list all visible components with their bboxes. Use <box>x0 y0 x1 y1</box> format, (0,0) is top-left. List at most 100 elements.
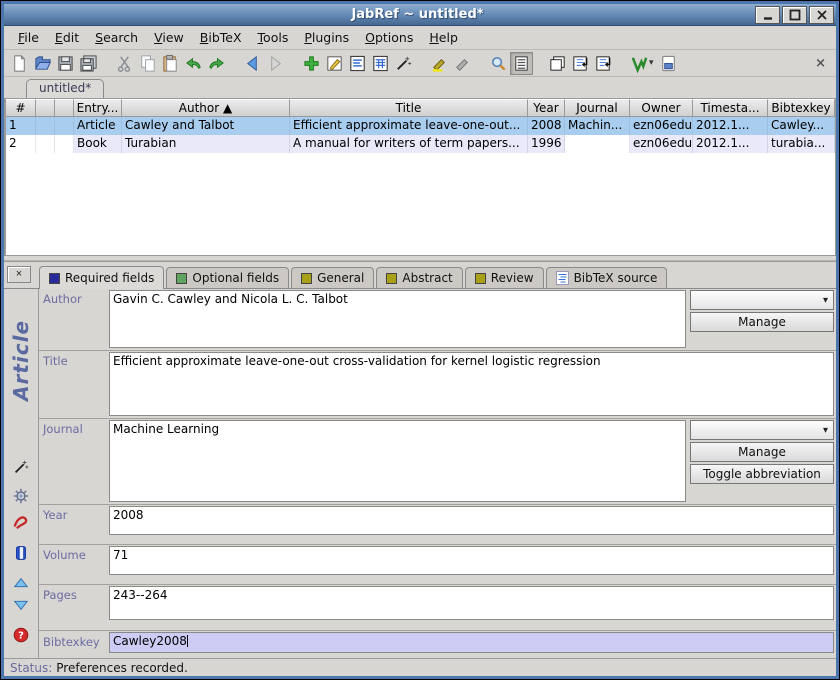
menu-options[interactable]: Options <box>357 28 421 47</box>
journal-field[interactable]: Machine Learning <box>109 420 686 502</box>
journal-combobox[interactable]: ▾ <box>690 420 834 440</box>
tab-bibtex-source[interactable]: BibTeX source <box>546 267 668 288</box>
cell-bibtexkey: turabia... <box>768 135 835 153</box>
save-all-icon[interactable] <box>77 52 100 75</box>
title-label: Title <box>39 351 107 418</box>
table-row[interactable]: 2 Book Turabian A manual for writers of … <box>6 135 835 153</box>
gear-icon[interactable] <box>11 486 31 506</box>
menu-bibtex[interactable]: BibTeX <box>192 28 250 47</box>
tab-required-fields[interactable]: Required fields <box>39 266 164 289</box>
column-header-author[interactable]: Author ▲ <box>122 99 290 117</box>
open-file-icon[interactable] <box>657 52 680 75</box>
column-header-year[interactable]: Year <box>528 99 565 117</box>
cell-journal: Machin... <box>565 117 630 135</box>
push-to-lyx-dropdown-icon[interactable]: ▾ <box>649 58 657 68</box>
chevron-down-icon: ▾ <box>823 295 828 306</box>
column-header-journal[interactable]: Journal <box>565 99 630 117</box>
column-header-bibtexkey[interactable]: Bibtexkey <box>768 99 835 117</box>
search-icon[interactable] <box>487 52 510 75</box>
column-header-timestamp[interactable]: Timesta... <box>693 99 768 117</box>
column-header-icon2[interactable] <box>55 99 74 117</box>
database-tab-untitled[interactable]: untitled* <box>26 79 104 98</box>
import-into-new-database-icon[interactable] <box>569 52 592 75</box>
redo-icon[interactable] <box>205 52 228 75</box>
toggle-abbreviation-button[interactable]: Toggle abbreviation <box>690 464 834 484</box>
cell-icon1 <box>36 135 55 153</box>
column-header-icon1[interactable] <box>36 99 55 117</box>
menu-edit[interactable]: Edit <box>47 28 87 47</box>
close-icon <box>816 9 828 21</box>
pdf-icon[interactable] <box>11 512 31 532</box>
menu-help[interactable]: Help <box>421 28 466 47</box>
undo-icon[interactable] <box>182 52 205 75</box>
title-bar[interactable]: JabRef ~ untitled* <box>4 4 836 26</box>
next-entry-icon[interactable] <box>11 594 31 614</box>
tab-optional-fields[interactable]: Optional fields <box>166 267 289 288</box>
field-row-author: Author Gavin C. Cawley and Nicola L. C. … <box>39 289 836 351</box>
bibtexkey-field[interactable]: Cawley2008 <box>109 632 834 653</box>
tab-general[interactable]: General <box>291 267 374 288</box>
cut-icon[interactable] <box>113 52 136 75</box>
author-manage-button[interactable]: Manage <box>690 312 834 332</box>
copy-icon[interactable] <box>136 52 159 75</box>
forward-icon[interactable] <box>264 52 287 75</box>
edit-preamble-icon[interactable] <box>369 52 392 75</box>
menu-view[interactable]: View <box>146 28 192 47</box>
edit-entry-icon[interactable] <box>323 52 346 75</box>
toggle-search-pane-icon[interactable] <box>510 52 533 75</box>
column-header-owner[interactable]: Owner <box>630 99 693 117</box>
menu-search[interactable]: Search <box>87 28 146 47</box>
cell-entrytype: Book <box>74 135 122 153</box>
entry-type-label: Article <box>9 293 33 401</box>
entry-editor-close-button[interactable]: × <box>7 266 31 283</box>
menu-file[interactable]: File <box>10 28 47 47</box>
field-row-journal: Journal Machine Learning ▾ Manage Toggle… <box>39 419 836 505</box>
tab-review[interactable]: Review <box>465 267 544 288</box>
entry-editor: × Required fields Optional fields Genera… <box>4 261 836 658</box>
unmark-entries-icon[interactable] <box>451 52 474 75</box>
edit-strings-icon[interactable] <box>346 52 369 75</box>
volume-field[interactable]: 71 <box>109 546 834 575</box>
source-lines-icon <box>556 271 569 285</box>
author-name-format-combobox[interactable]: ▾ <box>690 290 834 310</box>
maximize-button[interactable] <box>782 6 807 24</box>
window-title: JabRef ~ untitled* <box>4 7 753 22</box>
author-field[interactable]: Gavin C. Cawley and Nicola L. C. Talbot <box>109 290 686 348</box>
column-header-title[interactable]: Title <box>290 99 528 117</box>
note-icon[interactable] <box>11 543 31 563</box>
import-into-current-database-icon[interactable] <box>592 52 615 75</box>
close-toolbar-icon[interactable]: × <box>815 56 826 71</box>
menu-tools[interactable]: Tools <box>250 28 297 47</box>
mark-entries-icon[interactable] <box>428 52 451 75</box>
year-field[interactable]: 2008 <box>109 506 834 535</box>
menu-plugins[interactable]: Plugins <box>296 28 357 47</box>
title-field[interactable]: Efficient approximate leave-one-out cros… <box>109 352 834 416</box>
column-header-entrytype[interactable]: Entry... <box>74 99 122 117</box>
cell-icon1 <box>36 117 55 135</box>
minimize-button[interactable] <box>755 6 780 24</box>
save-database-icon[interactable] <box>54 52 77 75</box>
wizard-icon[interactable] <box>392 52 415 75</box>
close-button[interactable] <box>809 6 834 24</box>
paste-icon[interactable] <box>159 52 182 75</box>
cell-title: A manual for writers of term papers... <box>290 135 528 153</box>
database-tab-bar: untitled* <box>4 77 836 98</box>
cell-number: 1 <box>6 117 36 135</box>
tab-abstract[interactable]: Abstract <box>376 267 462 288</box>
push-to-lyx-icon[interactable] <box>628 52 651 75</box>
generate-wizard-icon[interactable] <box>11 457 31 477</box>
journal-manage-button[interactable]: Manage <box>690 442 834 462</box>
table-row[interactable]: 1 Article Cawley and Talbot Efficient ap… <box>6 117 835 135</box>
new-from-plain-text-icon[interactable] <box>546 52 569 75</box>
status-message: Preferences recorded. <box>56 661 188 675</box>
help-icon[interactable]: ? <box>11 625 31 645</box>
new-database-icon[interactable] <box>8 52 31 75</box>
new-entry-icon[interactable] <box>300 52 323 75</box>
column-header-number[interactable]: # <box>6 99 36 117</box>
optional-fields-color-icon <box>176 273 187 284</box>
pages-field[interactable]: 243--264 <box>109 586 834 620</box>
previous-entry-icon[interactable] <box>11 574 31 594</box>
open-database-icon[interactable] <box>31 52 54 75</box>
cell-owner: ezn06edu <box>630 117 693 135</box>
back-icon[interactable] <box>241 52 264 75</box>
